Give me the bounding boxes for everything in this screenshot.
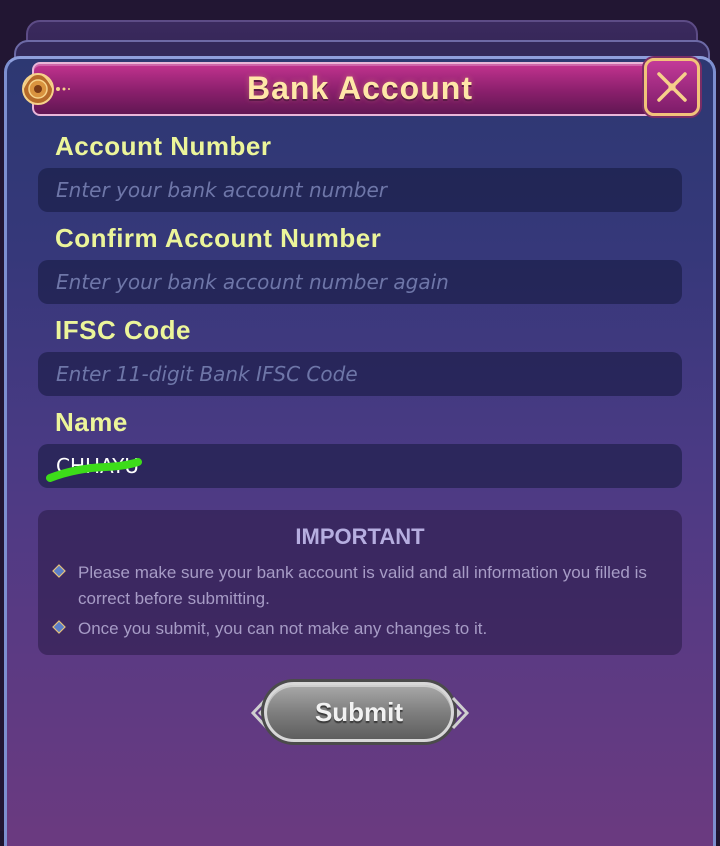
name-label: Name xyxy=(55,407,128,437)
confirm-account-number-input[interactable] xyxy=(38,260,682,304)
account-number-label: Account Number xyxy=(55,131,272,161)
ornament-icon xyxy=(452,696,470,730)
submit-button-frame: Submit xyxy=(250,678,470,748)
dialog-title: Bank Account xyxy=(247,70,473,106)
confirm-account-number-label: Confirm Account Number xyxy=(55,223,382,253)
important-title: IMPORTANT xyxy=(295,524,425,549)
name-input[interactable] xyxy=(38,444,682,488)
account-number-input[interactable] xyxy=(38,168,682,212)
ifsc-code-input[interactable] xyxy=(38,352,682,396)
close-button[interactable] xyxy=(644,58,700,116)
close-icon xyxy=(657,72,687,102)
notice-text: Once you submit, you can not make any ch… xyxy=(78,619,488,638)
important-notice-box: IMPORTANT Please make sure your bank acc… xyxy=(38,510,682,655)
diamond-bullet-icon xyxy=(52,564,66,578)
diamond-bullet-icon xyxy=(52,620,66,634)
submit-button[interactable]: Submit xyxy=(264,682,454,742)
notice-text: Please make sure your bank account is va… xyxy=(78,563,647,608)
ifsc-code-label: IFSC Code xyxy=(55,315,191,345)
